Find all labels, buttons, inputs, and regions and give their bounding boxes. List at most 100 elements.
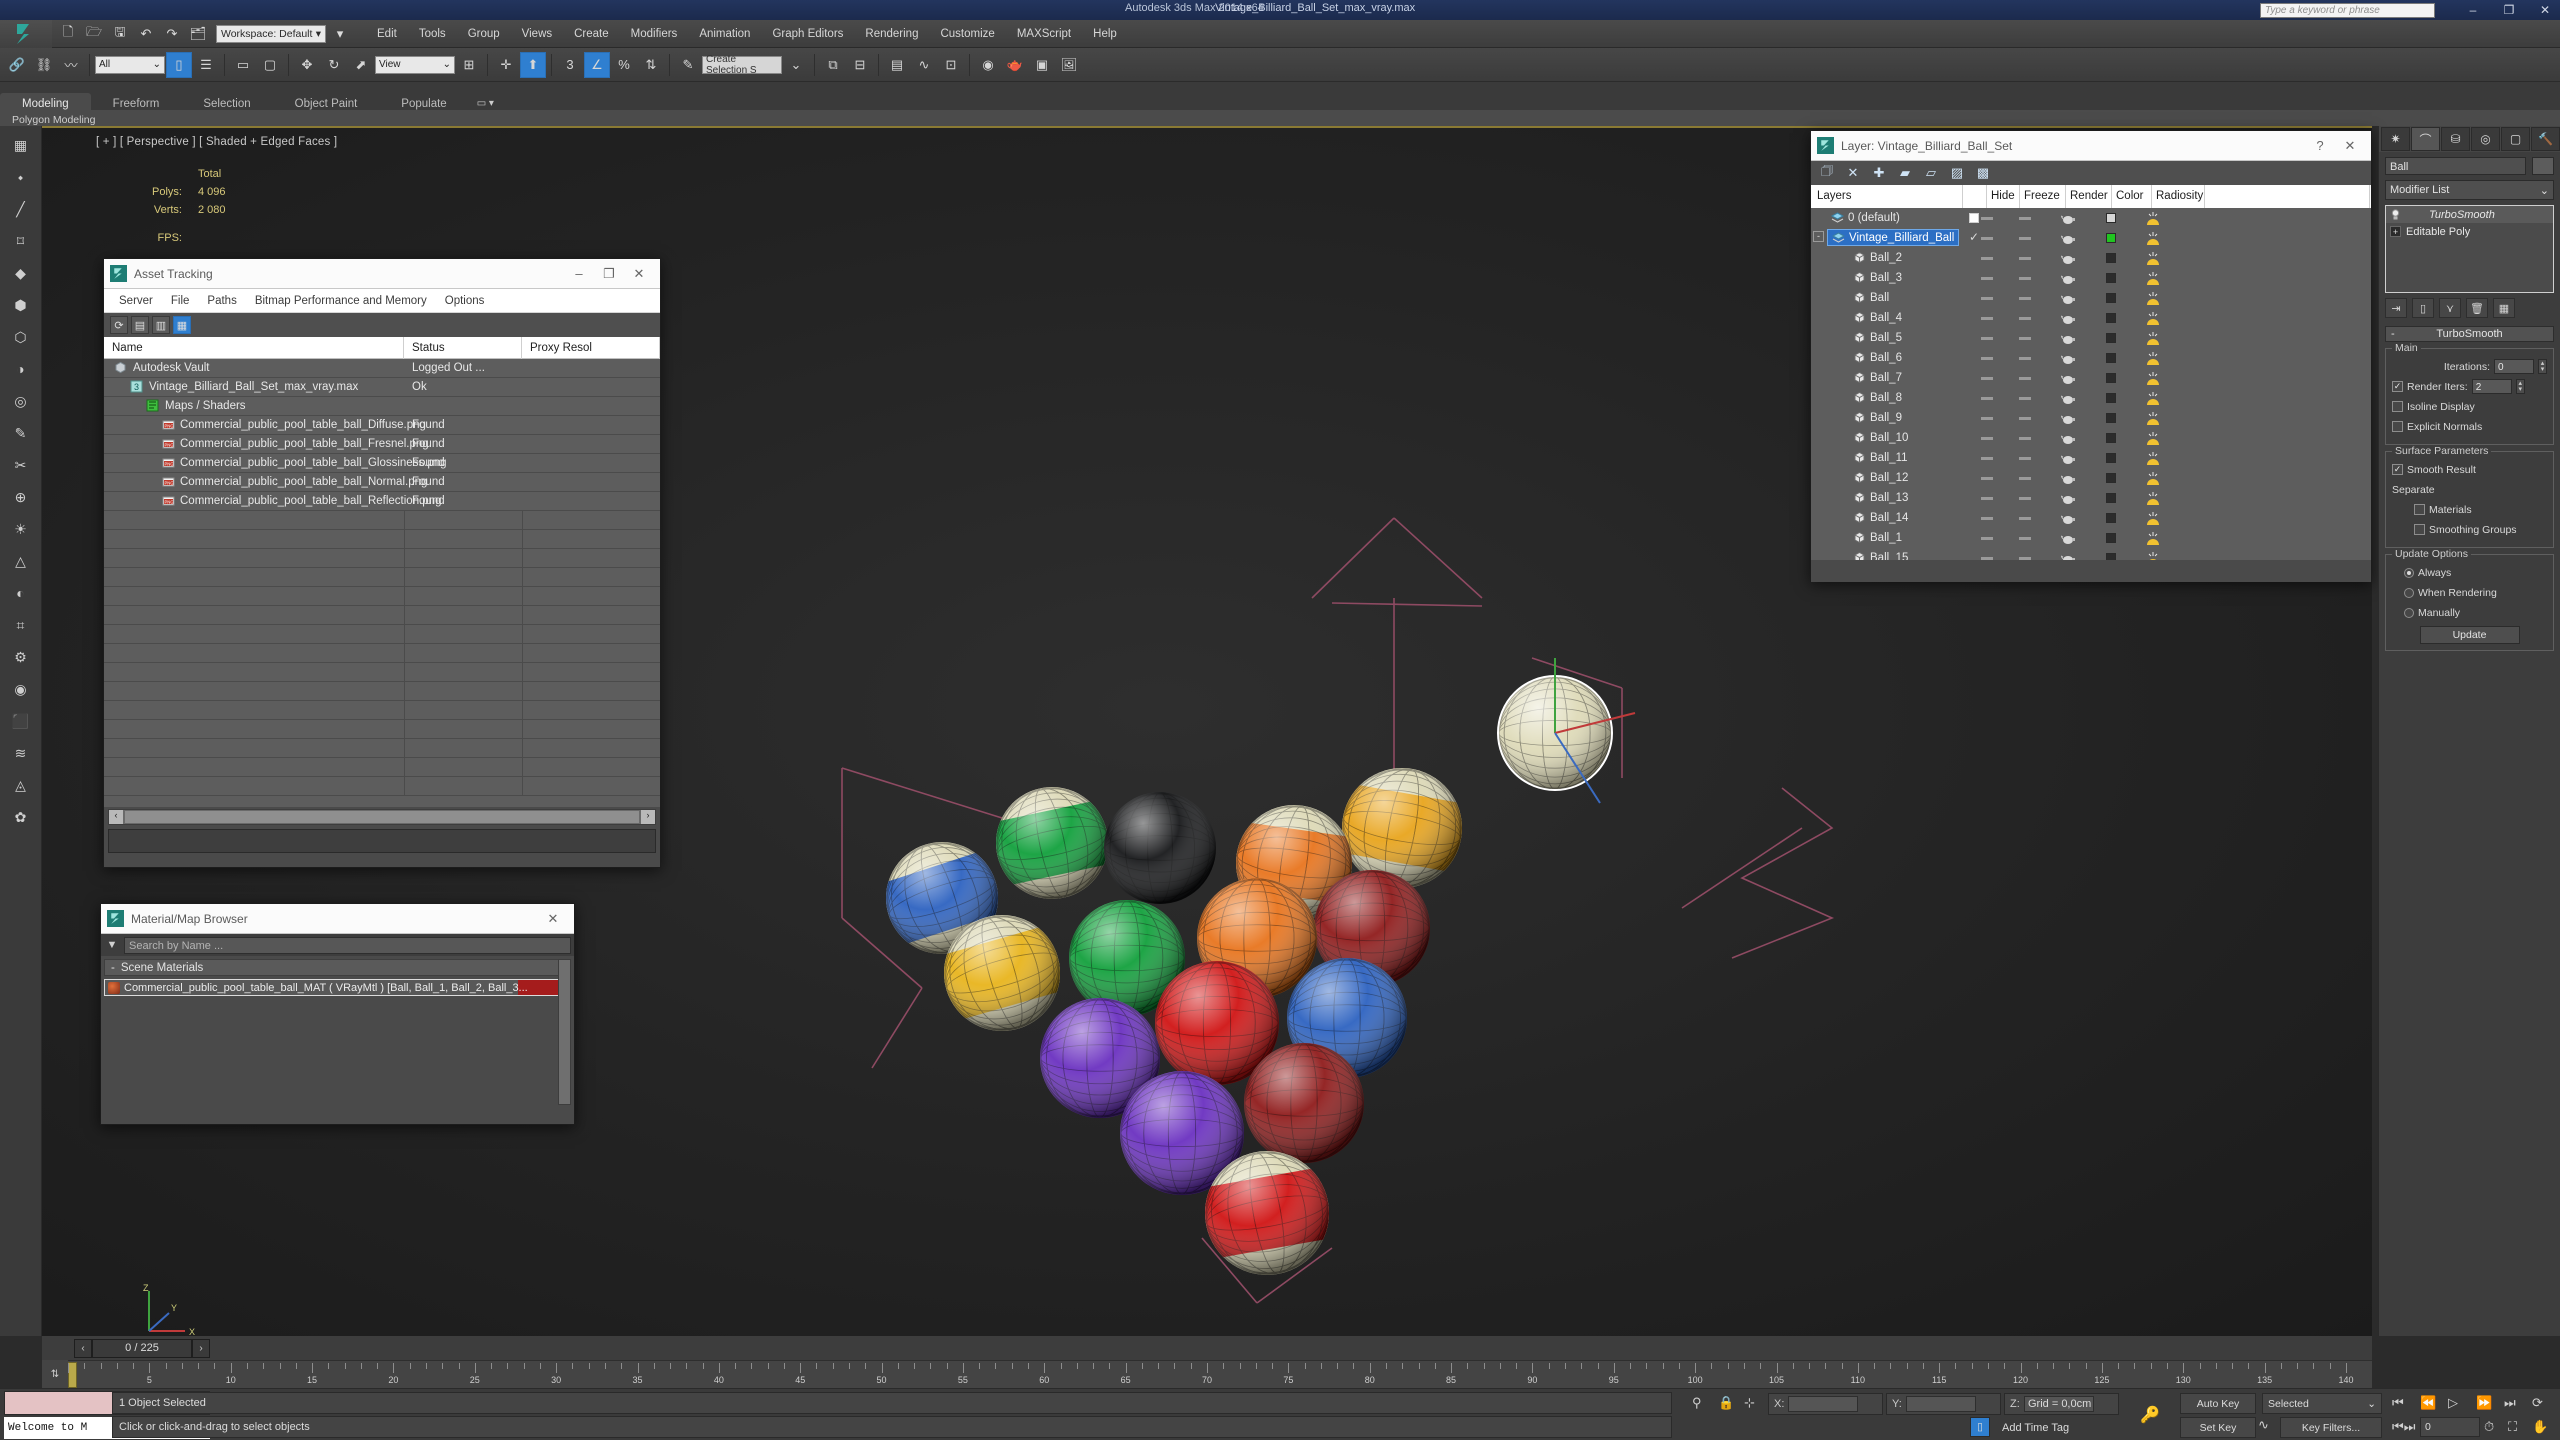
vertex-subobject-icon[interactable]: ⬩ (7, 164, 35, 190)
coord-y-field[interactable]: Y: (1886, 1393, 2001, 1415)
menu-item-create[interactable]: Create (563, 24, 620, 44)
layer-color-swatch[interactable] (2106, 533, 2116, 543)
expand-modifier-icon[interactable]: + (2390, 226, 2401, 237)
workspace-selector[interactable]: Workspace: Default ▾ (216, 24, 326, 43)
layer-color-swatch[interactable] (2106, 513, 2116, 523)
render-toggle-icon[interactable] (2059, 552, 2075, 560)
loops-icon[interactable]: ≋ (7, 740, 35, 766)
table-view-icon[interactable]: ▦ (173, 316, 191, 334)
align-icon[interactable]: ⊟ (847, 52, 873, 78)
render-frame-window-icon[interactable]: ▣ (1029, 52, 1055, 78)
tris-icon[interactable]: ◬ (7, 772, 35, 798)
track-bar[interactable]: 5 10 15 20 25 30 35 40 45 50 55 60 65 70 75 80 85 90 95 100… (42, 1360, 2372, 1388)
asset-tracking-window[interactable]: Asset Tracking – ❐ ✕ Server File Paths Bitm… (103, 258, 661, 868)
auto-key-button[interactable]: Auto Key (2180, 1393, 2256, 1414)
zoom-extents-icon[interactable]: ⛶ (2508, 1419, 2517, 1435)
edit-icon[interactable]: ✂ (7, 452, 35, 478)
layer-properties-icon[interactable]: ▩ (1973, 163, 1993, 183)
new-layer-icon[interactable]: 🗇 (1817, 163, 1837, 183)
asset-menu-bitmap-performance-and-memory[interactable]: Bitmap Performance and Memory (246, 293, 436, 309)
render-production-icon[interactable]: 🖼 (1056, 52, 1082, 78)
freeze-toggle[interactable] (2019, 217, 2031, 220)
asset-table-row[interactable]: PNG Commercial_public_pool_table_ball_Ref… (104, 492, 660, 511)
modifier-stack-entry[interactable]: + Editable Poly (2386, 223, 2553, 240)
layer-row[interactable]: Ball_11 (1811, 448, 2371, 468)
symmetry-icon[interactable]: ◑ (7, 356, 35, 382)
layer-color-swatch[interactable] (2106, 233, 2116, 243)
asset-maximize-button[interactable]: ❐ (594, 266, 624, 282)
render-toggle-icon[interactable] (2059, 512, 2075, 524)
freeze-toggle[interactable] (2019, 397, 2031, 400)
render-toggle-icon[interactable] (2059, 432, 2075, 444)
close-button[interactable]: ✕ (2534, 0, 2556, 20)
layer-row[interactable]: Ball_3 (1811, 268, 2371, 288)
render-iters-input[interactable]: 2 (2471, 379, 2512, 394)
unlink-icon[interactable]: ⛓ (31, 52, 57, 78)
delete-layer-icon[interactable]: ✕ (1843, 163, 1863, 183)
layer-color-swatch[interactable] (2106, 433, 2116, 443)
render-toggle-icon[interactable] (2059, 472, 2075, 484)
asset-table-empty-row[interactable] (104, 776, 660, 796)
layer-row-name-cell[interactable]: Ball_9 (1849, 409, 1906, 426)
set-key-button[interactable]: Set Key (2180, 1417, 2256, 1438)
freeze-toggle[interactable] (2019, 357, 2031, 360)
material-editor-icon[interactable]: ◉ (975, 52, 1001, 78)
radiosity-icon[interactable] (2145, 370, 2161, 386)
layer-row[interactable]: Ball_8 (1811, 388, 2371, 408)
update-option-always[interactable]: Always (2392, 564, 2547, 581)
render-toggle-icon[interactable] (2059, 252, 2075, 264)
open-file-icon[interactable]: 🗁 (82, 22, 106, 46)
spinner-snap-icon[interactable]: ⇅ (638, 52, 664, 78)
asset-table-empty-row[interactable] (104, 700, 660, 720)
prev-frame-arrow[interactable]: ‹ (74, 1338, 92, 1358)
render-toggle-icon[interactable] (2059, 492, 2075, 504)
polygon-modeling-icon[interactable]: ▦ (7, 132, 35, 158)
radiosity-icon[interactable] (2145, 470, 2161, 486)
freeze-toggle[interactable] (2019, 337, 2031, 340)
asset-table-row[interactable]: PNG Commercial_public_pool_table_ball_Glo… (104, 454, 660, 473)
named-selection-caret-icon[interactable]: ⌄ (783, 52, 809, 78)
curve-editor-icon[interactable]: ∿ (911, 52, 937, 78)
freeze-toggle[interactable] (2019, 517, 2031, 520)
asset-menu-options[interactable]: Options (436, 293, 494, 309)
current-layer-checkbox[interactable] (1969, 213, 1979, 223)
freeform-icon[interactable]: ✿ (7, 804, 35, 830)
freeze-toggle[interactable] (2019, 277, 2031, 280)
asset-col-status[interactable]: Status (404, 336, 522, 359)
ref-coord-system-dropdown[interactable]: View ⌄ (375, 55, 455, 74)
layer-color-swatch[interactable] (2106, 313, 2116, 323)
properties-icon[interactable]: ⚙ (7, 644, 35, 670)
select-and-move-icon[interactable]: ✥ (294, 52, 320, 78)
layer-row-name-cell[interactable]: Ball_4 (1849, 309, 1906, 326)
asset-table-empty-row[interactable] (104, 510, 660, 530)
layer-color-swatch[interactable] (2106, 273, 2116, 283)
time-config-icon[interactable]: ⏱ (2484, 1419, 2494, 1435)
asset-col-proxy[interactable]: Proxy Resol (522, 336, 660, 359)
group-collapse-icon[interactable]: - (111, 962, 115, 974)
next-frame-icon[interactable]: ⏩ (2476, 1395, 2492, 1411)
layer-color-swatch[interactable] (2106, 473, 2116, 483)
layer-row-name-cell[interactable]: Ball_3 (1849, 269, 1906, 286)
layer-row[interactable]: Ball (1811, 288, 2371, 308)
key-mode-icon[interactable]: 🔑 (2140, 1405, 2160, 1425)
layer-row[interactable]: Ball_9 (1811, 408, 2371, 428)
freeze-toggle[interactable] (2019, 297, 2031, 300)
layer-close-button[interactable]: ✕ (2335, 138, 2365, 154)
angle-snap-icon[interactable]: ∠ (584, 51, 610, 78)
percent-snap-icon[interactable]: % (611, 52, 637, 78)
undo-icon[interactable]: ↶ (134, 22, 158, 46)
layer-color-swatch[interactable] (2106, 453, 2116, 463)
configure-sets-icon[interactable]: ▦ (2493, 298, 2515, 318)
update-option-manually[interactable]: Manually (2392, 604, 2547, 621)
layer-row-name-cell[interactable]: Ball_12 (1849, 469, 1912, 486)
list-view-icon[interactable]: ▤ (131, 316, 149, 334)
smooth-result-checkbox[interactable]: ✓ (2392, 464, 2403, 475)
asset-table-empty-row[interactable] (104, 643, 660, 663)
freeze-toggle[interactable] (2019, 257, 2031, 260)
isoline-display-checkbox[interactable] (2392, 401, 2403, 412)
radiosity-icon[interactable] (2145, 230, 2161, 246)
layer-row-name-cell[interactable]: Vintage_Billiard_Ball (1827, 229, 1960, 246)
select-link-icon[interactable]: 🔗 (4, 52, 30, 78)
render-toggle-icon[interactable] (2059, 352, 2075, 364)
play-icon[interactable]: ▷ (2448, 1395, 2458, 1411)
